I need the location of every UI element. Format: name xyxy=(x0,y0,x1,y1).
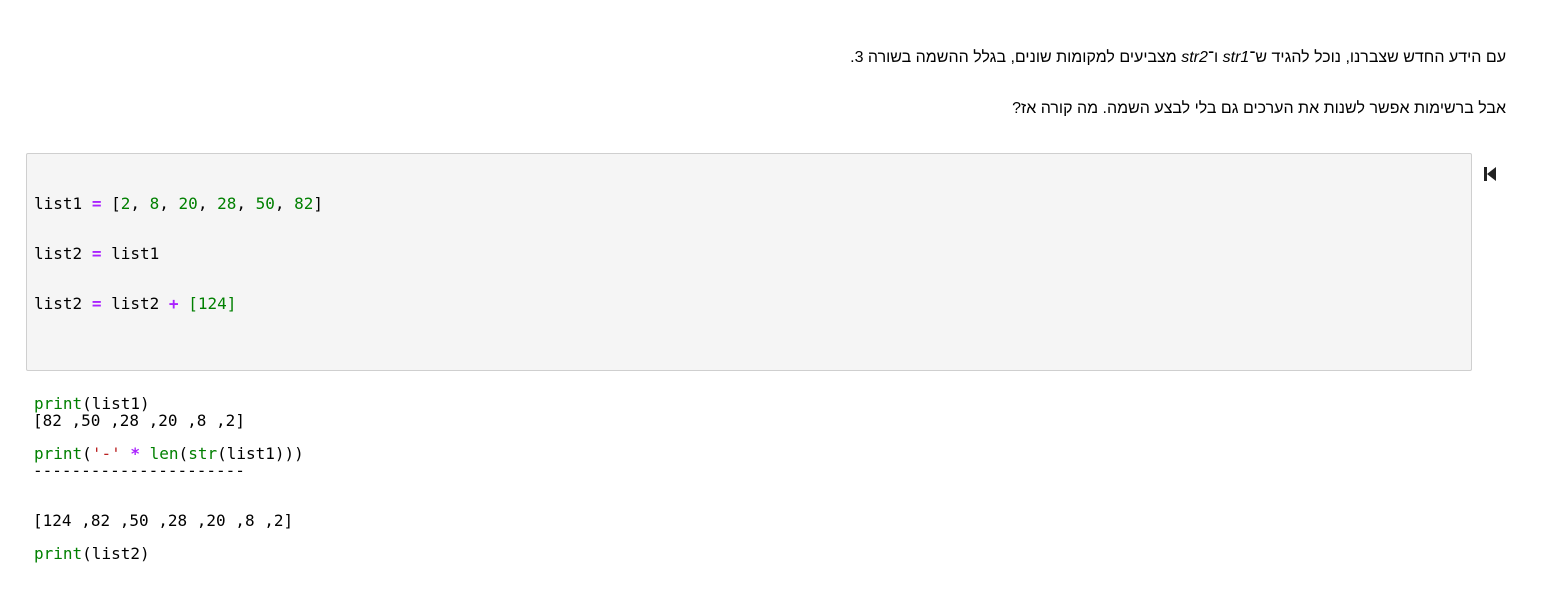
p1-mid: ו־ xyxy=(1207,49,1223,66)
p1-start: עם הידע החדש שצברנו, נוכל להגיד ש־ xyxy=(1249,49,1506,66)
code-token: 8 xyxy=(149,194,160,213)
code-token: = xyxy=(91,294,102,313)
p1-end: מצביעים למקומות שונים, בגלל ההשמה בשורה … xyxy=(850,49,1182,66)
cell-output: [2, 8, 20, 28, 50, 82] -----------------… xyxy=(33,383,293,558)
code-line-2: list2 = list1 xyxy=(34,241,323,266)
code-token: list2 xyxy=(111,294,160,313)
code-token: = xyxy=(91,194,102,213)
code-line-1: list1 = [2, 8, 20, 28, 50, 82] xyxy=(34,194,324,213)
code-token: + xyxy=(168,294,179,313)
var-str1: str1 xyxy=(1222,49,1250,66)
var-str2: str2 xyxy=(1181,49,1208,66)
output-line-2: ---------------------- xyxy=(33,461,245,480)
code-token: ] xyxy=(313,194,324,213)
code-token: 2 xyxy=(120,194,131,213)
code-token: [124] xyxy=(188,294,237,313)
output-line-1: [2, 8, 20, 28, 50, 82] xyxy=(33,411,245,430)
code-token: 82 xyxy=(294,194,314,213)
code-token: 28 xyxy=(217,194,237,213)
code-line-3: list2 = list2 + [124] xyxy=(34,291,323,316)
code-token: [ xyxy=(111,194,121,213)
output-line-3: [2, 8, 20, 28, 50, 82, 124] xyxy=(33,511,294,530)
code-token: 50 xyxy=(255,194,275,213)
code-token: list2 xyxy=(34,294,83,313)
code-token: list2 xyxy=(34,244,83,263)
markdown-paragraph-1: עם הידע החדש שצברנו, נוכל להגיד ש־str1 ו… xyxy=(0,48,1506,68)
code-token: = xyxy=(91,244,102,263)
code-token: list1 xyxy=(111,244,160,263)
code-token: 20 xyxy=(178,194,198,213)
markdown-paragraph-2: אבל ברשימות אפשר לשנות את הערכים גם בלי … xyxy=(1012,100,1506,117)
code-cell[interactable]: list1 = [2, 8, 20, 28, 50, 82] list2 = l… xyxy=(26,153,1472,563)
skip-to-start-icon[interactable] xyxy=(1482,163,1498,185)
code-token: list1 xyxy=(34,194,83,213)
